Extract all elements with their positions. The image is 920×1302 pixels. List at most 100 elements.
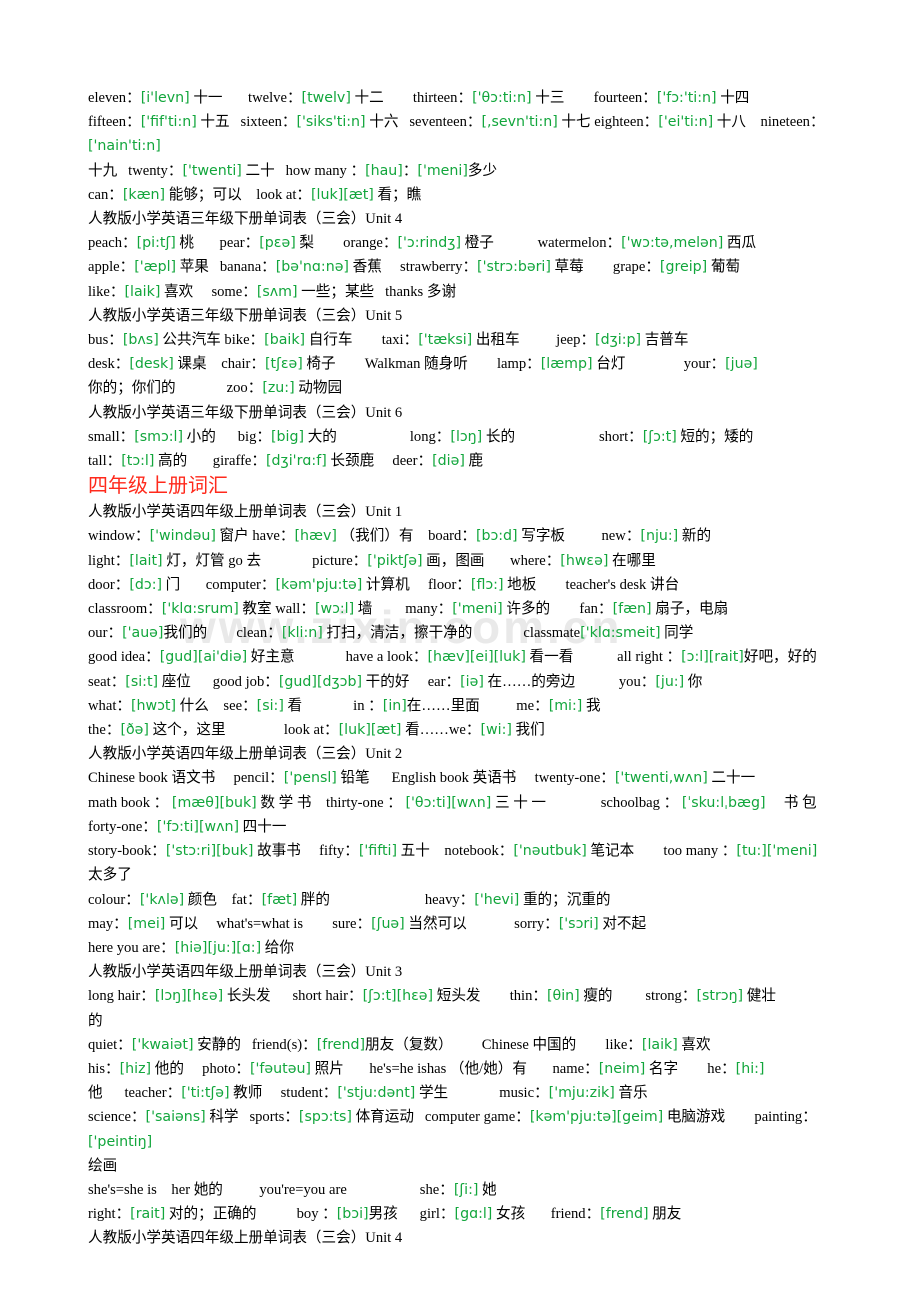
phonetic-transcription: [wʌn] — [451, 794, 492, 811]
phonetic-transcription: [wʌn] — [198, 818, 240, 835]
phonetic-transcription: [luk] — [311, 186, 344, 203]
phonetic-transcription: [in] — [382, 697, 407, 714]
phonetic-transcription: ['fɔ:ti] — [156, 818, 199, 835]
phonetic-transcription: [ɑ:] — [236, 939, 262, 956]
phonetic-transcription: [ʃi:] — [453, 1181, 479, 1198]
vocab-line: here you are：[hiə][ju:][ɑ:] 给你 — [88, 939, 294, 956]
phonetic-transcription: [ju:] — [207, 939, 237, 956]
phonetic-transcription: [bʌs] — [122, 332, 159, 349]
vocab-line: science：['saiəns] 科学 sports：[spɔ:ts] 体育运… — [88, 1109, 817, 1150]
phonetic-transcription: ['fəutəu] — [250, 1060, 311, 1077]
phonetic-transcription: [dɔ:] — [129, 576, 163, 593]
phonetic-transcription: ['twenti] — [182, 162, 242, 179]
phonetic-transcription: ['kʌlə] — [139, 891, 185, 908]
vocab-line: apple：['æpl] 苹果 banana：[bə'nɑ:nə] 香蕉 str… — [88, 259, 741, 276]
phonetic-transcription: [θin] — [547, 988, 580, 1005]
phonetic-transcription: [bɔi] — [336, 1206, 369, 1223]
vocab-line: long hair：[lɔŋ][hɛə] 长头发 short hair：[ʃɔ:… — [88, 988, 776, 1005]
vocab-line: what：[hwɔt] 什么 see：[si:] 看 in ：[in]在……里面… — [88, 697, 601, 714]
vocab-line: math book ： [mæθ][buk] 数 学 书 thirty-one … — [88, 794, 817, 811]
phonetic-transcription: ['strɔ:bəri] — [477, 259, 551, 276]
phonetic-transcription: ['klɑ:smeit] — [580, 625, 661, 642]
phonetic-transcription: [hɛə] — [186, 988, 224, 1005]
phonetic-transcription: [læmp] — [540, 356, 593, 373]
vocab-line: 你的；你们的 zoo：[zu:] 动物园 — [88, 380, 343, 397]
vocab-line: light：[lait] 灯，灯管 go 去 picture：['piktʃə]… — [88, 552, 656, 569]
phonetic-transcription: [greip] — [659, 259, 708, 276]
phonetic-transcription: [bə'nɑ:nə] — [275, 259, 349, 276]
vocab-line: 绘画 — [88, 1157, 118, 1174]
vocab-line: can：[kæn] 能够；可以 look at：[luk][æt] 看；瞧 — [88, 186, 422, 203]
phonetic-transcription: [ai'diə] — [197, 649, 248, 666]
phonetic-transcription: [hau] — [365, 162, 403, 179]
vocab-line: the：[ðə] 这个，这里 look at：[luk][æt] 看……we：[… — [88, 722, 545, 739]
vocab-line: right：[rait] 对的；正确的 boy ：[bɔi]男孩 girl：[g… — [88, 1206, 682, 1223]
phonetic-transcription: ['sɔri] — [558, 915, 599, 932]
phonetic-transcription: ['piktʃə] — [367, 552, 423, 569]
phonetic-transcription: ['ei'ti:n] — [658, 114, 714, 131]
phonetic-transcription: [laik] — [641, 1036, 678, 1053]
phonetic-transcription: [spɔ:ts] — [298, 1109, 352, 1126]
phonetic-transcription: [bɔ:d] — [475, 528, 518, 545]
phonetic-transcription: [si:t] — [125, 673, 159, 690]
vocab-line: she's=she is her 她的 you're=you are she：[… — [88, 1181, 497, 1198]
phonetic-transcription: ['fɔ:'ti:n] — [656, 90, 717, 106]
phonetic-transcription: [frend] — [600, 1206, 649, 1223]
phonetic-transcription: ['windəu] — [149, 528, 216, 545]
phonetic-transcription: ['mju:zik] — [548, 1085, 615, 1102]
vocab-line: may：[mei] 可以 what's=what is sure：[ʃuə] 当… — [88, 915, 647, 932]
unit-heading: 人教版小学英语四年级上册单词表（三会）Unit 1 — [88, 504, 403, 521]
phonetic-transcription: [neim] — [598, 1060, 646, 1077]
phonetic-transcription: ['klɑ:srum] — [161, 601, 239, 618]
phonetic-transcription: [pɛə] — [259, 235, 296, 252]
phonetic-transcription: [buk] — [216, 843, 254, 860]
phonetic-transcription: [mi:] — [548, 697, 583, 714]
vocab-line: peach：[pi:tʃ] 桃 pear：[pɛə] 梨 orange：['ɔ:… — [88, 235, 757, 252]
phonetic-transcription: [kəm'pju:tə] — [529, 1109, 617, 1126]
phonetic-transcription: ['siks'ti:n] — [296, 114, 366, 131]
vocab-line: small：[smɔ:l] 小的 big：[big] 大的 long：[lɔŋ]… — [88, 428, 754, 445]
phonetic-transcription: [hwɛə] — [560, 552, 609, 569]
vocab-line: forty-one：['fɔ:ti][wʌn] 四十一 — [88, 818, 287, 835]
phonetic-transcription: [,sevn'ti:n] — [481, 114, 558, 131]
phonetic-transcription: [hɛə] — [396, 988, 434, 1005]
unit-heading: 人教版小学英语三年级下册单词表（三会）Unit 4 — [88, 211, 403, 228]
vocab-line: 太多了 — [88, 867, 132, 884]
phonetic-transcription: ['tæksi] — [418, 332, 473, 349]
phonetic-transcription: [desk] — [129, 356, 174, 373]
phonetic-transcription: [ʃɔ:t] — [642, 428, 677, 445]
phonetic-transcription: ['ɔ:rindʒ] — [397, 235, 461, 252]
phonetic-transcription: [tʃɛə] — [264, 356, 303, 373]
vocab-line: tall：[tɔ:l] 高的 giraffe：[dʒi'rɑ:f] 长颈鹿 de… — [88, 453, 484, 470]
vocabulary-content: eleven：[i'levn] 十一 twelve：[twelv] 十二 thi… — [88, 86, 848, 1251]
vocab-line: fifteen：['fif'ti:n] 十五 sixteen：['siks'ti… — [88, 114, 825, 155]
phonetic-transcription: [hæv] — [427, 649, 470, 666]
phonetic-transcription: [iə] — [460, 673, 484, 690]
phonetic-transcription: ['wɔ:tə,melən] — [621, 235, 724, 252]
phonetic-transcription: [gud] — [159, 649, 198, 666]
phonetic-transcription: [dʒi:p] — [595, 332, 642, 349]
vocab-line: 的 — [88, 1012, 103, 1029]
phonetic-transcription: ['θɔ:ti:n] — [472, 90, 532, 106]
phonetic-transcription: [sʌm] — [256, 283, 298, 300]
vocab-line: eleven：[i'levn] 十一 twelve：[twelv] 十二 thi… — [88, 90, 750, 106]
phonetic-transcription: ['stɔ:ri] — [165, 843, 217, 860]
phonetic-transcription: [hiə] — [174, 939, 208, 956]
phonetic-transcription: [rait] — [130, 1206, 166, 1223]
phonetic-transcription: [kæn] — [122, 186, 166, 203]
vocab-line: 十九 twenty：['twenti] 二十 how many ：[hau]：[… — [88, 162, 498, 179]
phonetic-transcription: ['meni] — [452, 601, 503, 618]
unit-heading: 人教版小学英语四年级上册单词表（三会）Unit 3 — [88, 964, 403, 981]
phonetic-transcription: [hæv] — [294, 528, 337, 545]
phonetic-transcription: [hiz] — [119, 1060, 152, 1077]
vocab-line: quiet：['kwaiət] 安静的 friend(s)：[frend]朋友（… — [88, 1036, 711, 1053]
phonetic-transcription: ['auə] — [122, 625, 164, 642]
phonetic-transcription: [dʒi'rɑ:f] — [266, 453, 327, 470]
phonetic-transcription: [æt] — [343, 186, 374, 203]
phonetic-transcription: [mæθ] — [171, 794, 220, 811]
phonetic-transcription: [diə] — [432, 453, 465, 470]
phonetic-transcription: [buk] — [219, 794, 257, 811]
phonetic-transcription: ['hevi] — [474, 891, 520, 908]
phonetic-transcription: [hi:] — [735, 1060, 765, 1077]
phonetic-transcription: [tu:] — [736, 843, 767, 860]
